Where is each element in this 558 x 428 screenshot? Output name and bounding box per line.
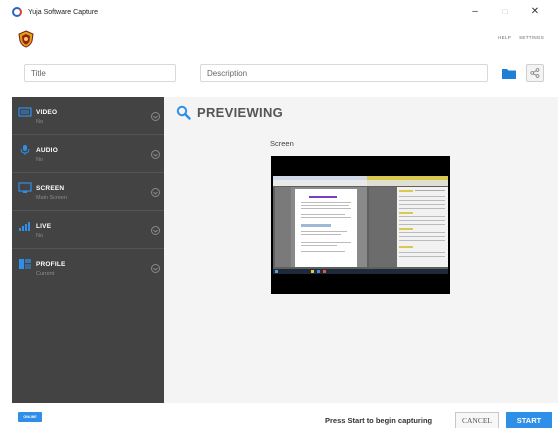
sidebar-item-live[interactable]: LIVE No [12,211,164,249]
preview-title: PREVIEWING [197,105,284,120]
sidebar-item-value: No [36,119,44,125]
minimize-button[interactable]: – [460,3,490,19]
share-icon [530,68,540,78]
chevron-down-icon[interactable] [151,112,160,121]
folder-button[interactable] [500,64,518,82]
app-logo-icon [12,7,22,17]
folder-icon [502,68,516,79]
maximize-button[interactable]: □ [490,3,520,19]
preview-header: PREVIEWING [176,105,283,120]
monitor-icon [18,182,32,193]
video-icon [18,107,32,117]
status-message: Press Start to begin capturing [325,416,433,425]
sidebar-item-label: PROFILE [36,261,66,268]
help-link[interactable]: HELP [498,35,511,40]
main-area: VIDEO No AUDIO No SCREEN Main Screen LIV… [12,97,558,403]
search-icon [176,105,191,120]
sidebar-item-profile[interactable]: PROFILE Current [12,249,164,287]
bottom-bar: ONLINE Press Start to begin capturing CA… [0,403,558,428]
chevron-down-icon[interactable] [151,226,160,235]
share-button[interactable] [526,64,544,82]
title-input[interactable] [24,64,176,82]
sidebar-item-value: Current [36,271,55,277]
sidebar-item-screen[interactable]: SCREEN Main Screen [12,173,164,211]
screen-label: Screen [270,139,294,148]
brand-shield-icon [18,30,34,48]
sidebar-item-label: LIVE [36,223,52,230]
settings-link[interactable]: SETTINGS [519,35,544,40]
microphone-icon [20,145,30,155]
sidebar-item-label: AUDIO [36,147,58,154]
screen-preview [271,156,450,294]
app-window: Yuja Software Capture – □ ✕ HELP SETTING… [0,0,558,428]
signal-icon [19,222,30,231]
profile-icon [19,259,31,269]
window-title: Yuja Software Capture [28,8,99,16]
description-input[interactable] [200,64,488,82]
sidebar-item-audio[interactable]: AUDIO No [12,135,164,173]
close-button[interactable]: ✕ [520,3,550,19]
sidebar-item-value: No [36,233,44,239]
sidebar: VIDEO No AUDIO No SCREEN Main Screen LIV… [12,97,164,403]
sidebar-item-label: SCREEN [36,185,65,192]
sidebar-item-label: VIDEO [36,109,58,116]
sidebar-item-value: No [36,157,44,163]
sidebar-item-value: Main Screen [36,195,67,201]
screen-preview-thumbnail [271,156,450,294]
start-button[interactable]: START [506,412,552,428]
cancel-button[interactable]: CANCEL [455,412,499,428]
chevron-down-icon[interactable] [151,150,160,159]
title-bar: Yuja Software Capture – □ ✕ [0,0,558,24]
window-controls: – □ ✕ [460,3,550,19]
chevron-down-icon[interactable] [151,188,160,197]
online-status-badge: ONLINE [18,412,42,422]
top-links: HELP SETTINGS [498,35,544,40]
chevron-down-icon[interactable] [151,264,160,273]
sidebar-item-video[interactable]: VIDEO No [12,97,164,135]
